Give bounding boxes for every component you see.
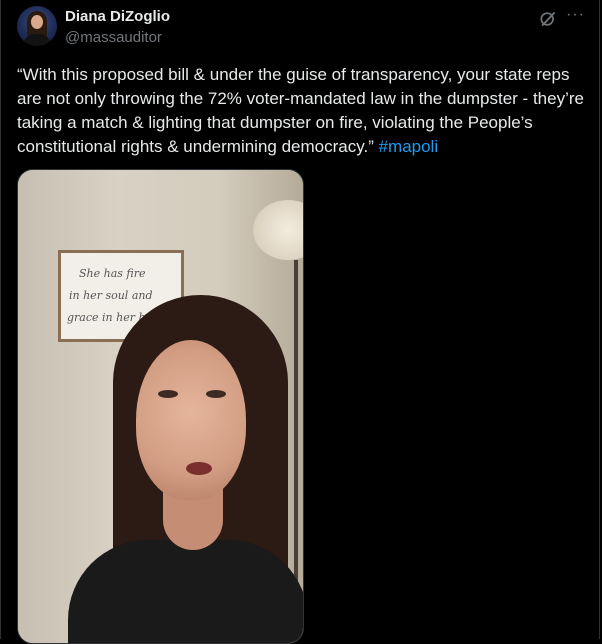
person-mouth [186, 462, 212, 475]
person-shirt [68, 540, 303, 643]
sign-line-2: in her soul and [69, 289, 153, 302]
author-name[interactable]: Diana DiZoglio [65, 8, 170, 25]
post-text: “With this proposed bill & under the gui… [17, 63, 587, 159]
grok-icon[interactable] [538, 9, 558, 29]
avatar[interactable] [17, 6, 57, 46]
person-eye-right [206, 390, 226, 398]
tweet: Diana DiZoglio @massauditor ··· “With th… [0, 0, 600, 644]
video-media[interactable]: She has fire in her soul and grace in he… [17, 169, 304, 644]
sign-line-1: She has fire [79, 267, 146, 280]
author-handle[interactable]: @massauditor [65, 29, 162, 46]
post-body: “With this proposed bill & under the gui… [17, 65, 584, 156]
hashtag-link[interactable]: #mapoli [379, 137, 439, 156]
more-icon[interactable]: ··· [566, 6, 585, 24]
person-eye-left [158, 390, 178, 398]
avatar-face [31, 15, 43, 29]
person-face [136, 340, 246, 500]
